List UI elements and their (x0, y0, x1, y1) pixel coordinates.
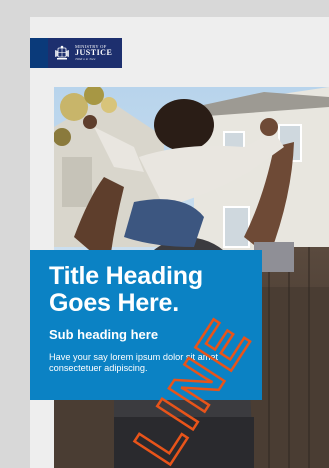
coat-of-arms-icon (53, 44, 71, 62)
poster-page: MINISTRY OF JUSTICE Tāhū o te Ture Title… (30, 17, 329, 468)
logo-text: MINISTRY OF JUSTICE Tāhū o te Ture (75, 44, 113, 62)
page-subtitle: Sub heading here (49, 327, 159, 342)
logo-accent-bar (30, 38, 48, 68)
body-text: Have your say lorem ipsum dolor sit amet… (49, 352, 219, 373)
ministry-logo: MINISTRY OF JUSTICE Tāhū o te Ture (48, 38, 122, 68)
logo-tagline: Tāhū o te Ture (75, 57, 96, 61)
logo-line2: JUSTICE (75, 48, 113, 57)
page-title: Title Heading Goes Here. (49, 262, 203, 317)
title-panel: Title Heading Goes Here. Sub heading her… (30, 250, 262, 400)
